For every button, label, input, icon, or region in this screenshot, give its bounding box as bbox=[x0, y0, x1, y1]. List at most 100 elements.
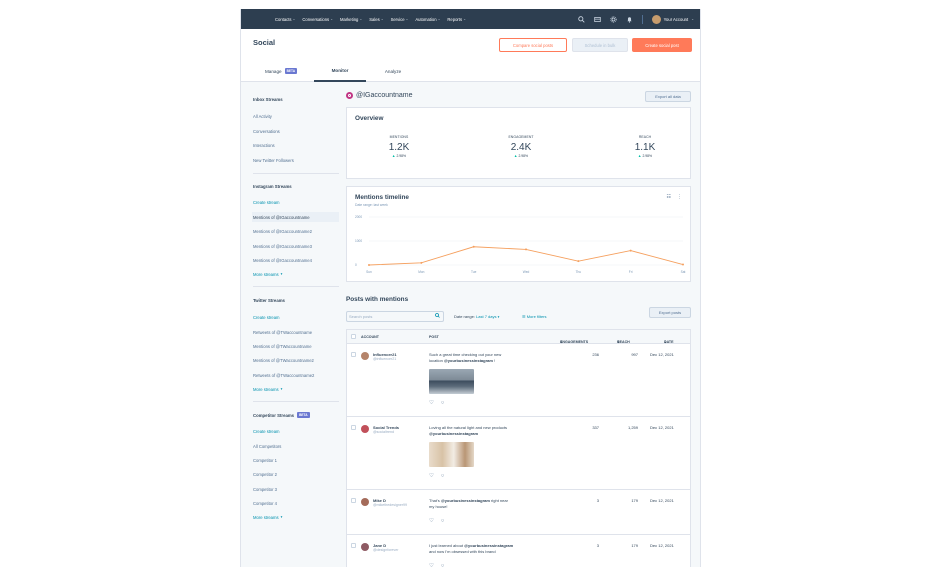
comment-icon[interactable]: ○ bbox=[441, 400, 444, 406]
more-streams-label: More streams bbox=[253, 271, 279, 277]
column-post[interactable]: POST bbox=[429, 335, 439, 339]
post-image[interactable] bbox=[429, 442, 474, 467]
heart-icon[interactable]: ♡ bbox=[429, 563, 434, 567]
data-point[interactable] bbox=[629, 249, 632, 252]
search-posts-input[interactable]: Search posts bbox=[346, 311, 444, 322]
data-point[interactable] bbox=[420, 261, 423, 264]
sidebar-item-all-activity[interactable]: All Activity bbox=[253, 111, 339, 121]
sidebar-item-conversations[interactable]: Conversations bbox=[253, 126, 339, 136]
row-checkbox[interactable] bbox=[351, 543, 356, 548]
comment-icon[interactable]: ○ bbox=[441, 518, 444, 524]
nav-contacts[interactable]: Contacts ⌄ bbox=[275, 17, 295, 22]
sidebar-item-interactions[interactable]: Interactions bbox=[253, 140, 339, 150]
chevron-down-icon: ⌄ bbox=[437, 17, 441, 21]
more-options-icon[interactable]: ⋮ bbox=[677, 194, 682, 200]
kpi-value: 2.4K bbox=[510, 142, 532, 153]
mention-link[interactable]: @yourbusinessinstagram bbox=[444, 358, 493, 363]
bell-icon[interactable] bbox=[626, 16, 633, 23]
heart-icon[interactable]: ♡ bbox=[429, 473, 434, 479]
more-streams-link[interactable]: More streams ▾ bbox=[253, 269, 339, 279]
row-checkbox[interactable] bbox=[351, 425, 356, 430]
export-posts-button[interactable]: Export posts bbox=[649, 307, 691, 318]
heart-icon[interactable]: ♡ bbox=[429, 518, 434, 524]
y-tick-label: 0 bbox=[355, 263, 357, 267]
sidebar-item-ig-mentions-1[interactable]: Mentions of @IGaccountname bbox=[252, 212, 339, 222]
select-all-checkbox[interactable] bbox=[351, 334, 356, 339]
table-row[interactable]: Social Trends @socialtrend Loving all th… bbox=[347, 417, 690, 490]
mention-link[interactable]: @yourbusinessinstagram bbox=[441, 498, 490, 503]
sidebar-item-all-competitors[interactable]: All Competitors bbox=[253, 441, 339, 451]
marketplace-icon[interactable] bbox=[593, 16, 601, 23]
nav-label: Automation bbox=[415, 16, 437, 22]
account-cell: Influencer21 @influencer21 bbox=[373, 352, 397, 361]
comment-icon[interactable]: ○ bbox=[441, 473, 444, 479]
row-checkbox[interactable] bbox=[351, 352, 356, 357]
create-stream-link[interactable]: Create stream bbox=[253, 312, 339, 322]
tab-analyze[interactable]: Analyze bbox=[367, 60, 419, 82]
data-point[interactable] bbox=[368, 264, 370, 266]
more-streams-link[interactable]: More streams ▾ bbox=[253, 384, 339, 394]
export-all-data-button[interactable]: Export all data bbox=[645, 91, 691, 102]
sidebar-item-ig-mentions-2[interactable]: Mentions of @IGaccountname2 bbox=[253, 226, 339, 236]
data-point[interactable] bbox=[682, 263, 684, 266]
data-point[interactable] bbox=[525, 248, 527, 251]
compare-social-posts-button[interactable]: Compare social posts bbox=[499, 38, 567, 52]
nav-marketing[interactable]: Marketing ⌄ bbox=[340, 17, 362, 22]
sidebar-item-competitor-3[interactable]: Competitor 3 bbox=[253, 484, 339, 494]
mentions-timeline-card: Mentions timeline Date range: last week … bbox=[346, 186, 691, 282]
date-range-filter[interactable]: Date range: Last 7 days ▾ bbox=[454, 314, 499, 319]
tab-monitor[interactable]: Monitor bbox=[314, 60, 366, 82]
sidebar-item-competitor-1[interactable]: Competitor 1 bbox=[253, 455, 339, 465]
chevron-down-icon: ▾ bbox=[280, 272, 283, 276]
sidebar-item-competitor-2[interactable]: Competitor 2 bbox=[253, 469, 339, 479]
kpi-change-value: 2.98% bbox=[396, 154, 407, 158]
sidebar-item-ig-mentions-3[interactable]: Mentions of @IGaccountname3 bbox=[253, 241, 339, 251]
chevron-down-icon: ⌄ bbox=[359, 17, 363, 21]
mention-link[interactable]: @yourbusinessinstagram bbox=[429, 431, 478, 436]
tab-manage[interactable]: Manage BETA bbox=[253, 60, 309, 82]
search-icon[interactable] bbox=[435, 313, 440, 320]
post-image[interactable] bbox=[429, 369, 474, 394]
sidebar-item-new-twitter-followers[interactable]: New Twitter Followers bbox=[253, 155, 339, 165]
schedule-in-bulk-button[interactable]: Schedule in bulk bbox=[572, 38, 628, 52]
search-icon[interactable] bbox=[577, 15, 585, 23]
kpi-engagement: ENGAGEMENT 2.4K ▲ 2.98% bbox=[481, 135, 561, 158]
table-row[interactable]: Influencer21 @influencer21 Such a great … bbox=[347, 344, 690, 417]
sidebar-item-ig-mentions-4[interactable]: Mentions of @IGaccountname4 bbox=[253, 255, 339, 265]
nav-service[interactable]: Service ⌄ bbox=[391, 17, 409, 22]
nav-reports[interactable]: Reports ⌄ bbox=[447, 17, 466, 22]
x-tick-label: Sun bbox=[366, 270, 372, 274]
sidebar-item-competitor-4[interactable]: Competitor 4 bbox=[253, 498, 339, 508]
post-text: Loving all the natural light and new pro… bbox=[429, 425, 539, 436]
divider bbox=[253, 286, 339, 287]
mention-link[interactable]: @yourbusinessinstagram bbox=[464, 543, 513, 548]
create-stream-link[interactable]: Create stream bbox=[253, 197, 339, 207]
timeline-actions: ☷ ⋮ bbox=[667, 194, 682, 200]
create-stream-link[interactable]: Create stream bbox=[253, 426, 339, 436]
account-menu[interactable]: Your Account ⌄ bbox=[651, 14, 694, 24]
data-point[interactable] bbox=[577, 260, 580, 263]
table-row[interactable]: Mike D @mikethedesigner99 That's @yourbu… bbox=[347, 490, 690, 535]
data-point[interactable] bbox=[472, 245, 475, 248]
comment-icon[interactable]: ○ bbox=[441, 563, 444, 567]
create-social-post-button[interactable]: Create social post bbox=[632, 38, 692, 52]
sidebar-item-tw-mentions-2[interactable]: Mentions of @TWaccountname2 bbox=[253, 355, 339, 365]
column-account[interactable]: ACCOUNT bbox=[361, 335, 379, 339]
more-filters-button[interactable]: ☰ More filters bbox=[522, 314, 547, 319]
nav-sales[interactable]: Sales ⌄ bbox=[369, 17, 383, 22]
row-checkbox[interactable] bbox=[351, 498, 356, 503]
nav-automation[interactable]: Automation ⌄ bbox=[415, 17, 440, 22]
sidebar-item-tw-retweets-1[interactable]: Retweets of @TWaccountname bbox=[253, 327, 339, 337]
sidebar-item-tw-retweets-2[interactable]: Retweets of @TWaccountname2 bbox=[253, 370, 339, 380]
table-row[interactable]: Jane D @designforever I just learned abo… bbox=[347, 535, 690, 567]
kpi-change-value: 2.98% bbox=[642, 154, 653, 158]
post-text: Such a great time checking out your new … bbox=[429, 352, 539, 363]
chart-settings-icon[interactable]: ☷ bbox=[667, 194, 671, 200]
more-streams-link[interactable]: More streams ▾ bbox=[253, 512, 339, 522]
heart-icon[interactable]: ♡ bbox=[429, 400, 434, 406]
gear-icon[interactable] bbox=[610, 15, 617, 23]
sidebar-item-tw-mentions-1[interactable]: Mentions of @TWaccountname bbox=[253, 341, 339, 351]
nav-conversations[interactable]: Conversations ⌄ bbox=[302, 17, 333, 22]
kpi-label: REACH bbox=[638, 135, 652, 139]
page-header: Social Compare social posts Schedule in … bbox=[241, 29, 700, 82]
